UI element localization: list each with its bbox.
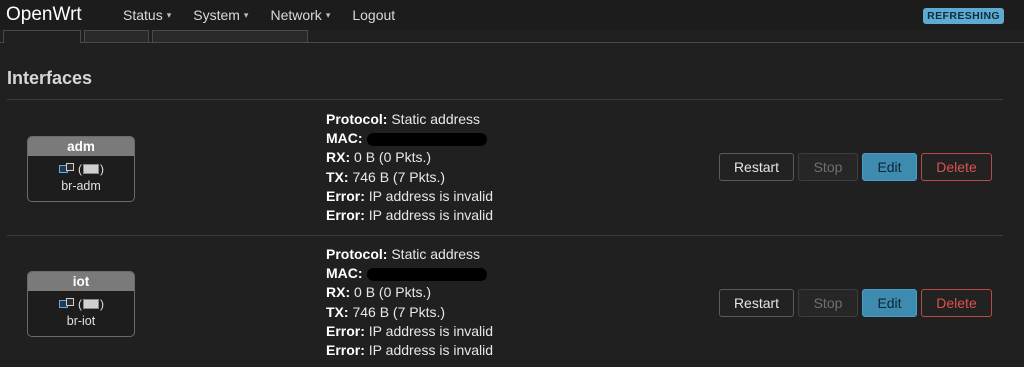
menu-logout-label: Logout [352, 7, 396, 23]
mac-label: MAC: [326, 265, 363, 282]
interface-status-iot: Protocol: Static address MAC: RX: 0 B (0… [326, 245, 493, 360]
tab-global[interactable] [84, 30, 149, 42]
error-value: IP address is invalid [368, 187, 494, 204]
menu-system[interactable]: System ▾ [193, 7, 248, 23]
menu-system-label: System [193, 7, 240, 23]
menu-status-label: Status [123, 7, 163, 23]
error-label: Error: [326, 187, 365, 204]
interface-actions-iot: Restart Stop Edit Delete [719, 289, 992, 317]
wireless-bracket-left: ( [78, 162, 82, 176]
protocol-label: Protocol: [326, 111, 388, 127]
restart-button[interactable]: Restart [719, 153, 794, 181]
tx-label: TX: [326, 168, 349, 185]
interface-icons: () [28, 162, 134, 176]
restart-button[interactable]: Restart [719, 289, 794, 317]
tab-interfaces[interactable] [3, 30, 81, 43]
error-label: Error: [326, 207, 365, 224]
chevron-down-icon: ▾ [325, 9, 331, 20]
error-value: IP address is invalid [368, 342, 494, 359]
mac-redacted [366, 268, 487, 281]
top-navbar: OpenWrt Status ▾ System ▾ Network ▾ Logo… [0, 0, 1024, 30]
interface-name: adm [28, 137, 134, 156]
mac-redacted [366, 133, 487, 146]
interface-icons: () [28, 297, 134, 311]
menu-logout[interactable]: Logout [352, 7, 395, 23]
rx-value: 0 B (0 Pkts.) [354, 149, 432, 166]
brand-logo[interactable]: OpenWrt [6, 4, 82, 26]
main-menu: Status ▾ System ▾ Network ▾ Logout [123, 7, 417, 23]
tx-value: 746 B (7 Pkts.) [352, 168, 446, 185]
rx-label: RX: [326, 149, 351, 166]
stop-button[interactable]: Stop [798, 289, 858, 317]
error-value: IP address is invalid [368, 207, 494, 224]
chevron-down-icon: ▾ [243, 9, 249, 20]
tab-devices[interactable] [152, 30, 308, 42]
tx-value: 746 B (7 Pkts.) [352, 303, 446, 320]
interface-device: br-adm [61, 179, 101, 193]
divider [7, 235, 1003, 236]
error-label: Error: [326, 342, 365, 359]
interface-badge-adm: adm () br-adm [27, 136, 135, 202]
delete-button[interactable]: Delete [921, 153, 992, 181]
chevron-down-icon: ▾ [166, 9, 172, 20]
page-title: Interfaces [7, 68, 93, 88]
menu-network[interactable]: Network ▾ [270, 7, 330, 23]
tx-label: TX: [326, 303, 349, 320]
interface-actions-adm: Restart Stop Edit Delete [719, 153, 992, 181]
delete-button[interactable]: Delete [921, 289, 992, 317]
interface-device: br-iot [66, 314, 96, 328]
tab-strip [0, 30, 1024, 43]
edit-button[interactable]: Edit [862, 289, 917, 317]
ethernet-port-icon [58, 163, 74, 175]
wireless-bracket-right: ) [100, 297, 104, 311]
protocol-value: Static address [391, 111, 481, 127]
wireless-icon: () [78, 297, 104, 311]
refreshing-badge[interactable]: REFRESHING [923, 8, 1004, 24]
menu-network-label: Network [270, 7, 322, 23]
protocol-value: Static address [391, 246, 481, 262]
interface-status-adm: Protocol: Static address MAC: RX: 0 B (0… [326, 110, 493, 225]
wireless-bracket-right: ) [100, 162, 104, 176]
interface-badge-iot: iot () br-iot [27, 271, 135, 337]
wireless-bracket-left: ( [78, 297, 82, 311]
divider [7, 99, 1003, 100]
protocol-label: Protocol: [326, 246, 388, 262]
rx-value: 0 B (0 Pkts.) [354, 284, 432, 301]
edit-button[interactable]: Edit [862, 153, 917, 181]
rx-label: RX: [326, 284, 351, 301]
menu-status[interactable]: Status ▾ [123, 7, 171, 23]
interface-name: iot [28, 272, 134, 291]
error-value: IP address is invalid [368, 322, 494, 339]
stop-button[interactable]: Stop [798, 153, 858, 181]
wireless-icon: () [78, 162, 104, 176]
error-label: Error: [326, 322, 365, 339]
ethernet-port-icon [58, 298, 74, 310]
mac-label: MAC: [326, 130, 363, 147]
